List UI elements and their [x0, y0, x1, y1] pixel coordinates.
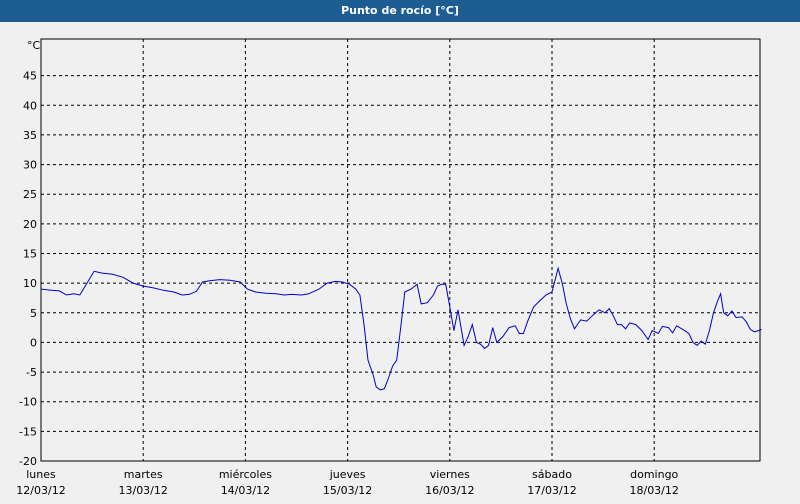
y-axis-ticks: -20 -15 -10 -5 0 5 10 15 20 25 30 35 40 45 [19, 70, 37, 468]
y-tick-label: 30 [23, 159, 37, 172]
y-tick-label: 35 [23, 129, 37, 142]
x-tick-date-label: 17/03/12 [527, 484, 576, 497]
x-tick-day-label: miércoles [219, 468, 272, 481]
plot-frame [40, 38, 761, 462]
x-tick-day-label: martes [124, 468, 163, 481]
y-tick-label: 25 [23, 188, 37, 201]
x-tick-date-label: 14/03/12 [221, 484, 270, 497]
y-tick-label: 45 [23, 70, 37, 83]
x-tick-date-label: 16/03/12 [425, 484, 474, 497]
y-tick-label: 0 [30, 336, 37, 349]
y-tick-label: -20 [19, 455, 37, 468]
grid-lines [41, 39, 760, 461]
y-tick-label: -15 [19, 425, 37, 438]
x-tick-day-label: jueves [329, 468, 366, 481]
y-tick-label: 40 [23, 99, 37, 112]
y-tick-label: 20 [23, 218, 37, 231]
chart-title: Punto de rocío [°C] [0, 0, 800, 22]
y-tick-label: 10 [23, 277, 37, 290]
y-axis-unit-label: °C [27, 39, 41, 52]
x-tick-date-label: 18/03/12 [629, 484, 678, 497]
y-tick-label: 15 [23, 248, 37, 261]
chart-area: -20 -15 -10 -5 0 5 10 15 20 25 30 35 40 45 lunes 12/03… [0, 22, 800, 500]
x-tick-day-label: viernes [430, 468, 470, 481]
y-tick-label: -10 [19, 396, 37, 409]
x-tick-day-label: lunes [26, 468, 56, 481]
x-axis-ticks: lunes 12/03/12 martes 13/03/12 miércoles 14/0… [16, 468, 679, 497]
x-tick-date-label: 15/03/12 [323, 484, 372, 497]
x-tick-date-label: 13/03/12 [118, 484, 167, 497]
x-tick-date-label: 12/03/12 [16, 484, 65, 497]
y-tick-label: -5 [26, 366, 37, 379]
x-tick-day-label: domingo [630, 468, 678, 481]
y-tick-label: 5 [30, 307, 37, 320]
dew-point-chart: -20 -15 -10 -5 0 5 10 15 20 25 30 35 40 45 lunes 12/03… [16, 38, 762, 497]
x-tick-day-label: sábado [532, 468, 572, 481]
